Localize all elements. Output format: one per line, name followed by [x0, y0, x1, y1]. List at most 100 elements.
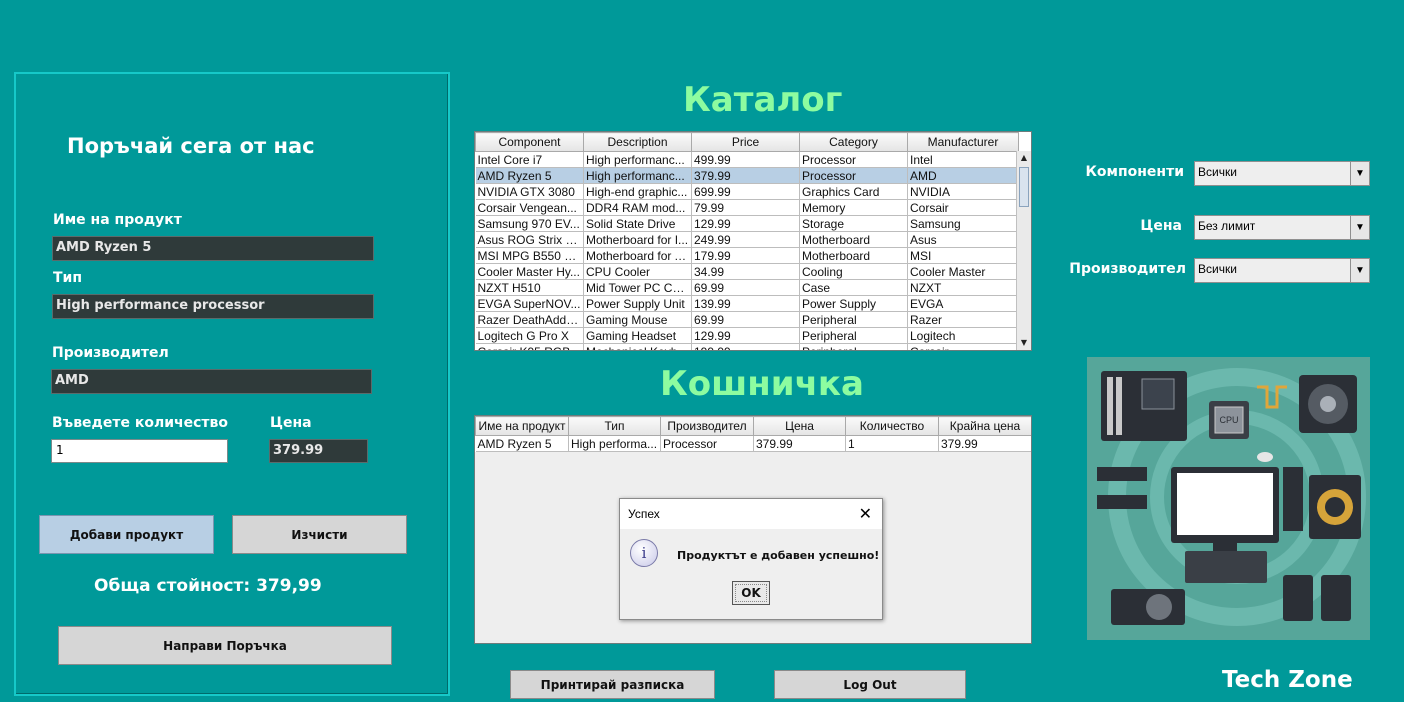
table-cell[interactable]: 379.99	[938, 435, 1031, 452]
table-cell[interactable]: 1	[845, 435, 939, 452]
table-cell[interactable]: Mid Tower PC Ca...	[583, 279, 692, 296]
table-cell[interactable]: AMD Ryzen 5	[475, 435, 569, 452]
price-field[interactable]: 379.99	[269, 439, 368, 463]
catalog-table[interactable]: Component Description Price Category Manufac…	[474, 131, 1032, 351]
table-cell[interactable]: MSI	[907, 247, 1019, 264]
table-cell[interactable]: Logitech G Pro X	[475, 327, 584, 344]
table-cell[interactable]: NZXT H510	[475, 279, 584, 296]
table-cell[interactable]: Peripheral	[799, 343, 908, 350]
close-icon[interactable]: ✕	[859, 504, 872, 524]
column-header[interactable]: Количество	[845, 416, 939, 436]
table-cell[interactable]: 179.99	[691, 247, 800, 264]
column-header[interactable]: Крайна цена	[938, 416, 1031, 436]
table-cell[interactable]: Case	[799, 279, 908, 296]
table-cell[interactable]: Cooler Master Hy...	[475, 263, 584, 280]
table-cell[interactable]: 69.99	[691, 279, 800, 296]
scroll-down-icon[interactable]: ▼	[1017, 336, 1031, 350]
table-cell[interactable]: Corsair	[907, 199, 1019, 216]
table-cell[interactable]: MSI MPG B550 G...	[475, 247, 584, 264]
table-cell[interactable]: Motherboard	[799, 247, 908, 264]
add-product-button[interactable]: Добави продукт	[39, 515, 214, 554]
table-cell[interactable]: Graphics Card	[799, 183, 908, 200]
product-name-field[interactable]: AMD Ryzen 5	[52, 236, 374, 261]
table-cell[interactable]: NVIDIA	[907, 183, 1019, 200]
table-cell[interactable]: Gaming Mouse	[583, 311, 692, 328]
table-cell[interactable]: Motherboard for I...	[583, 231, 692, 248]
table-cell[interactable]: High performanc...	[583, 151, 692, 168]
table-cell[interactable]: Intel	[907, 151, 1019, 168]
price-filter-select[interactable]: Без лимит ▼	[1194, 215, 1370, 240]
table-cell[interactable]: Corsair Vengean...	[475, 199, 584, 216]
table-cell[interactable]: 69.99	[691, 311, 800, 328]
table-cell[interactable]: Cooler Master	[907, 263, 1019, 280]
manufacturer-filter-select[interactable]: Всички ▼	[1194, 258, 1370, 283]
table-cell[interactable]: NVIDIA GTX 3080	[475, 183, 584, 200]
table-cell[interactable]: 499.99	[691, 151, 800, 168]
logout-button[interactable]: Log Out	[774, 670, 966, 699]
table-row[interactable]: Samsung 970 EV... Solid State Drive 129.99…	[475, 215, 1019, 232]
chevron-down-icon[interactable]: ▼	[1350, 216, 1369, 239]
column-header[interactable]: Тип	[568, 416, 661, 436]
print-receipt-button[interactable]: Принтирай разписка	[510, 670, 715, 699]
table-row[interactable]: Corsair K95 RGB...Mechanical Keyb...199.…	[475, 343, 1019, 350]
table-cell[interactable]: 139.99	[691, 295, 800, 312]
table-cell[interactable]: Power Supply	[799, 295, 908, 312]
table-cell[interactable]: Processor	[799, 167, 908, 184]
table-cell[interactable]: Memory	[799, 199, 908, 216]
table-cell[interactable]: Razer DeathAdde...	[475, 311, 584, 328]
chevron-down-icon[interactable]: ▼	[1350, 162, 1369, 185]
ok-button[interactable]: OK	[732, 581, 770, 605]
column-header[interactable]: Производител	[660, 416, 754, 436]
table-row[interactable]: MSI MPG B550 G... Motherboard for A... 179…	[475, 247, 1019, 264]
manufacturer-field[interactable]: AMD	[51, 369, 372, 394]
table-cell[interactable]: Motherboard	[799, 231, 908, 248]
table-row[interactable]: AMD Ryzen 5 High performa... Processor 379.…	[475, 435, 1031, 452]
table-row[interactable]: Intel Core i7 High performanc... 499.99 Pro…	[475, 151, 1019, 168]
table-row[interactable]: EVGA SuperNOV... Power Supply Unit 139.99 P…	[475, 295, 1019, 312]
table-cell[interactable]: DDR4 RAM mod...	[583, 199, 692, 216]
table-cell[interactable]: Peripheral	[799, 327, 908, 344]
table-cell[interactable]: Razer	[907, 311, 1019, 328]
dialog-titlebar[interactable]: Успех ✕	[620, 499, 882, 529]
clear-button[interactable]: Изчисти	[232, 515, 407, 554]
table-cell[interactable]: CPU Cooler	[583, 263, 692, 280]
place-order-button[interactable]: Направи Поръчка	[58, 626, 392, 665]
table-cell[interactable]: 129.99	[691, 327, 800, 344]
table-cell[interactable]: Storage	[799, 215, 908, 232]
table-cell[interactable]: 699.99	[691, 183, 800, 200]
table-cell[interactable]: High performa...	[568, 435, 661, 452]
table-cell[interactable]: AMD	[907, 167, 1019, 184]
table-cell[interactable]: 129.99	[691, 215, 800, 232]
column-header[interactable]: Price	[691, 132, 800, 152]
table-cell[interactable]: Peripheral	[799, 311, 908, 328]
table-cell[interactable]: 34.99	[691, 263, 800, 280]
table-cell[interactable]: Gaming Headset	[583, 327, 692, 344]
table-cell[interactable]: EVGA SuperNOV...	[475, 295, 584, 312]
table-cell[interactable]: Processor	[799, 151, 908, 168]
column-header[interactable]: Category	[799, 132, 908, 152]
table-cell[interactable]: EVGA	[907, 295, 1019, 312]
table-cell[interactable]: Samsung 970 EV...	[475, 215, 584, 232]
table-row[interactable]: Asus ROG Strix Z... Motherboard for I... 2…	[475, 231, 1019, 248]
scroll-up-icon[interactable]: ▲	[1017, 151, 1031, 165]
table-cell[interactable]: Cooling	[799, 263, 908, 280]
table-row[interactable]: Corsair Vengean... DDR4 RAM mod... 79.99 Me…	[475, 199, 1019, 216]
table-cell[interactable]: Motherboard for A...	[583, 247, 692, 264]
quantity-input[interactable]: 1	[51, 439, 228, 463]
type-field[interactable]: High performance processor	[52, 294, 374, 319]
table-cell[interactable]: NZXT	[907, 279, 1019, 296]
components-filter-select[interactable]: Всички ▼	[1194, 161, 1370, 186]
table-cell[interactable]: Processor	[660, 435, 754, 452]
scroll-thumb[interactable]	[1019, 167, 1029, 207]
table-row[interactable]: AMD Ryzen 5 High performanc... 379.99 Proce…	[475, 167, 1019, 184]
table-cell[interactable]: AMD Ryzen 5	[475, 167, 584, 184]
column-header[interactable]: Цена	[753, 416, 846, 436]
column-header[interactable]: Component	[475, 132, 584, 152]
table-cell[interactable]: Solid State Drive	[583, 215, 692, 232]
table-cell[interactable]: Samsung	[907, 215, 1019, 232]
column-header[interactable]: Manufacturer	[907, 132, 1019, 152]
table-cell[interactable]: 79.99	[691, 199, 800, 216]
table-cell[interactable]: Mechanical Keyb...	[583, 343, 692, 350]
table-row[interactable]: Logitech G Pro X Gaming Headset 129.99 Peri…	[475, 327, 1019, 344]
catalog-scrollbar[interactable]: ▲ ▼	[1016, 151, 1031, 350]
